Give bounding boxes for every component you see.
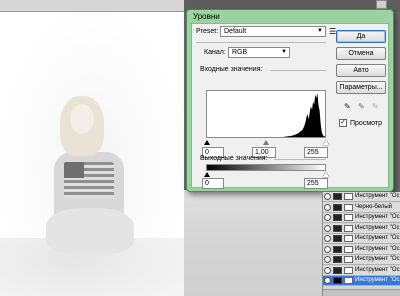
- layer-thumbnail: [333, 266, 342, 274]
- layer-thumbnail: [333, 245, 342, 253]
- separator: [274, 159, 326, 160]
- document-canvas[interactable]: [0, 12, 184, 296]
- output-gradient-bar: [206, 164, 326, 171]
- eye-icon[interactable]: [324, 245, 331, 253]
- eyedropper-group: ✎ ✎ ✎: [344, 102, 386, 112]
- layer-row[interactable]: Инструмент "Освет: [323, 276, 400, 286]
- layer-mask-thumbnail: [344, 224, 353, 232]
- layer-name: Инструмент "Освет: [355, 214, 400, 220]
- document-canvas-lower[interactable]: [184, 190, 322, 296]
- layer-name: Инструмент "Освет: [355, 245, 400, 252]
- channel-label: Канал:: [204, 49, 226, 56]
- eyedropper-white-icon[interactable]: ✎: [372, 102, 379, 111]
- layer-thumbnail: [333, 235, 342, 242]
- cancel-button[interactable]: Отмена: [336, 47, 386, 60]
- layer-name: Черно-белый: [355, 203, 392, 210]
- preview-label: Просмотр: [350, 120, 382, 127]
- dialog-title: Уровни: [193, 12, 220, 21]
- minimize-button[interactable]: [376, 0, 387, 9]
- dialog-body: Preset: Default ▼ ☰ Канал: RGB ▼ Входные…: [191, 23, 389, 189]
- chevron-down-icon: ▼: [317, 28, 323, 34]
- layer-name: Инструмент "Освет: [355, 277, 400, 283]
- layer-row[interactable]: Инструмент "Освет: [323, 255, 400, 265]
- output-black-field[interactable]: 0: [202, 178, 224, 189]
- layer-mask-thumbnail: [344, 214, 353, 221]
- eye-icon[interactable]: [324, 193, 331, 200]
- layer-name: Инструмент "Освет: [355, 266, 400, 273]
- layer-mask-thumbnail: [344, 256, 353, 263]
- output-white-slider[interactable]: [323, 172, 329, 177]
- eyedropper-gray-icon[interactable]: ✎: [358, 102, 365, 111]
- preset-label: Preset:: [196, 28, 219, 35]
- photo-arms: [46, 208, 134, 254]
- layer-row[interactable]: Инструмент "Освет: [323, 192, 400, 202]
- eye-icon[interactable]: [324, 266, 331, 274]
- histogram: [206, 90, 326, 138]
- separator: [196, 42, 326, 43]
- output-levels-label: Выходные значения:: [200, 155, 268, 162]
- layers-toolbar: [323, 289, 400, 296]
- layer-row[interactable]: Черно-белый: [323, 202, 400, 213]
- eyedropper-black-icon[interactable]: ✎: [344, 102, 351, 111]
- layer-row[interactable]: Инструмент "Освет: [323, 234, 400, 244]
- document-tab[interactable]: [0, 0, 184, 12]
- layer-thumbnail: [333, 277, 342, 284]
- layer-mask-thumbnail: [344, 193, 353, 200]
- layer-name: Инструмент "Освет: [355, 193, 400, 199]
- layer-thumbnail: [333, 214, 342, 221]
- channel-value: RGB: [232, 49, 248, 56]
- channel-select[interactable]: RGB ▼: [228, 47, 290, 58]
- layer-mask-thumbnail: [344, 235, 353, 242]
- layer-row[interactable]: Инструмент "Освет: [323, 265, 400, 276]
- layers-panel: Инструмент "Освет Черно-белый Инструмент "…: [322, 192, 400, 296]
- input-white-field[interactable]: 255: [304, 147, 328, 158]
- input-black-slider[interactable]: [204, 140, 210, 145]
- eye-icon[interactable]: [324, 224, 331, 232]
- layer-name: Инструмент "Освет: [355, 235, 400, 241]
- eye-icon[interactable]: [324, 277, 331, 284]
- layer-row[interactable]: Инструмент "Освет: [323, 213, 400, 223]
- eye-icon[interactable]: [324, 203, 331, 211]
- preview-checkbox[interactable]: ✓: [339, 119, 347, 127]
- histogram-graph: [207, 93, 325, 137]
- preset-select[interactable]: Default ▼: [220, 26, 326, 37]
- layer-thumbnail: [333, 224, 342, 232]
- eye-icon[interactable]: [324, 256, 331, 263]
- input-white-slider[interactable]: [323, 140, 329, 145]
- auto-button[interactable]: Авто: [336, 64, 386, 77]
- layer-thumbnail: [333, 256, 342, 263]
- chevron-down-icon: ▼: [281, 49, 287, 55]
- input-levels-label: Входные значения:: [200, 66, 263, 73]
- layer-mask-thumbnail: [344, 203, 353, 211]
- photo-flag-canton: [64, 162, 84, 178]
- photo-face: [70, 104, 94, 134]
- ok-button[interactable]: Да: [336, 30, 386, 43]
- output-white-field[interactable]: 255: [304, 178, 328, 189]
- layer-mask-thumbnail: [344, 245, 353, 253]
- layer-name: Инструмент "Освет: [355, 224, 400, 231]
- eye-icon[interactable]: [324, 235, 331, 242]
- preset-value: Default: [224, 28, 247, 35]
- layer-row[interactable]: Инструмент "Освет: [323, 223, 400, 234]
- layer-mask-thumbnail: [344, 277, 353, 284]
- workspace: ✕ Уровни Preset: Default ▼ ☰ Канал: RGB …: [0, 0, 400, 296]
- layer-mask-thumbnail: [344, 266, 353, 274]
- histogram-area: [207, 93, 325, 137]
- layer-thumbnail: [333, 203, 342, 211]
- separator: [270, 70, 326, 71]
- layer-row[interactable]: Инструмент "Освет: [323, 244, 400, 255]
- options-button[interactable]: Параметры...: [336, 81, 386, 94]
- input-gamma-slider[interactable]: [263, 140, 269, 145]
- output-black-slider[interactable]: [204, 172, 210, 177]
- eye-icon[interactable]: [324, 214, 331, 221]
- levels-dialog: Уровни Preset: Default ▼ ☰ Канал: RGB ▼ …: [186, 9, 394, 192]
- layer-name: Инструмент "Освет: [355, 256, 400, 262]
- layer-thumbnail: [333, 193, 342, 200]
